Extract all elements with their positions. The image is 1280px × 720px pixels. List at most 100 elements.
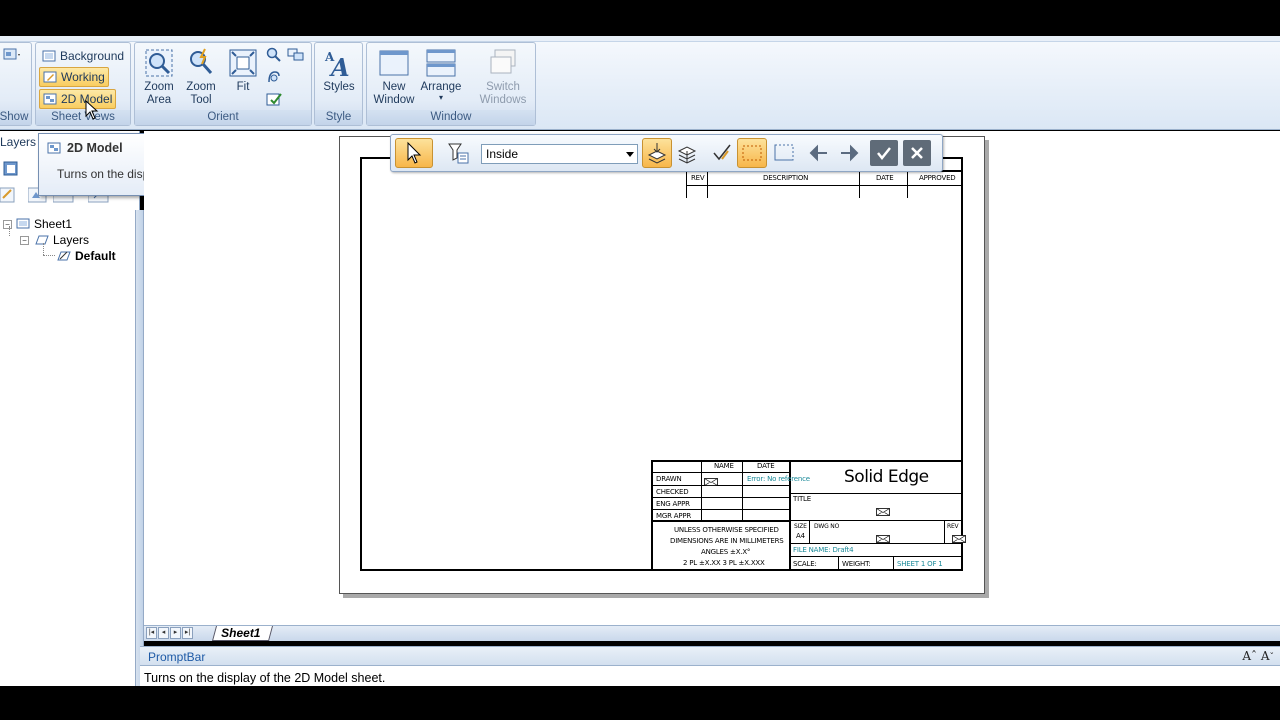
- rev-header: REV: [691, 174, 705, 182]
- collapse-icon[interactable]: −: [20, 235, 29, 245]
- layers-icon: [35, 235, 49, 245]
- close-icon: [911, 147, 923, 159]
- tb-error-text: Error: No reference: [747, 475, 810, 483]
- tb-mgr-appr-label: MGR APPR: [656, 512, 692, 520]
- background-label: Background: [60, 49, 125, 63]
- chevron-down-icon: [626, 152, 634, 157]
- svg-text:A: A: [329, 53, 350, 79]
- tb-title-label: TITLE: [793, 495, 811, 503]
- select-down-button[interactable]: [642, 138, 672, 168]
- tb-sheet-label: SHEET 1 OF 1: [897, 560, 943, 568]
- previous-view-icon[interactable]: [287, 47, 305, 66]
- layer-down-icon: [647, 143, 667, 164]
- checkmark-icon: [877, 147, 891, 161]
- select-pen-button[interactable]: [707, 138, 737, 168]
- tb-file-name: FILE NAME: Draft4: [793, 546, 854, 554]
- selection-mode-value: Inside: [486, 147, 519, 161]
- select-inside-button[interactable]: [737, 138, 767, 168]
- tree-connector: [9, 226, 10, 236]
- tb-drawn-label: DRAWN: [656, 475, 682, 483]
- filter-icon: [448, 143, 469, 164]
- ribbon-group-sheet-views: Background Working 2D Model Sheet Views: [35, 42, 131, 126]
- show-icon[interactable]: [3, 47, 21, 63]
- cancel-button[interactable]: [903, 140, 931, 166]
- fence-inside-icon: [742, 145, 762, 161]
- new-window-icon: [378, 47, 410, 79]
- zoom-tool-label-1: Zoom: [186, 81, 216, 93]
- tb-rev-label: REV: [947, 523, 959, 530]
- collapse-icon[interactable]: −: [3, 219, 12, 229]
- layer-up-icon: [677, 146, 697, 164]
- tb-eng-appr-label: ENG APPR: [656, 500, 690, 508]
- layers-panel-title: Layers: [0, 135, 37, 149]
- select-filter-button[interactable]: [443, 138, 473, 168]
- promptbar-title: PromptBar: [148, 650, 206, 664]
- promptbar-message: Turns on the display of the 2D Model she…: [144, 671, 386, 685]
- fit-label: Fit: [236, 81, 250, 93]
- tb-checked-label: CHECKED: [656, 488, 689, 496]
- styles-button[interactable]: AA Styles: [317, 47, 361, 94]
- group-label-style: Style: [315, 110, 362, 125]
- ribbon-group-window: New Window Arrange ▾ Switch Windows ▾ Wi…: [366, 42, 536, 126]
- layer-tool-icon[interactable]: [2, 159, 20, 180]
- 2d-model-sheet-button[interactable]: 2D Model: [39, 89, 117, 109]
- zoom-tool-label-2: Tool: [190, 94, 212, 106]
- new-window-label-1: New: [382, 81, 406, 93]
- arrange-icon: [425, 47, 457, 79]
- envelope-icon: [876, 505, 890, 519]
- working-label: Working: [61, 70, 105, 84]
- tree-item-sheet1[interactable]: − Sheet1: [3, 217, 72, 231]
- prev-sheet-icon[interactable]: ◂: [158, 627, 169, 639]
- font-size-icon[interactable]: Aˆ Aˇ: [1242, 649, 1274, 663]
- group-label-window: Window: [367, 110, 535, 125]
- switch-windows-icon: [487, 47, 519, 79]
- next-sheet-icon[interactable]: ▸: [170, 627, 181, 639]
- fence-overlap-icon: [774, 144, 794, 161]
- tab-sheet1[interactable]: Sheet1: [211, 626, 274, 641]
- tb-notes-line-2: DIMENSIONS ARE IN MILLIMETERS: [670, 537, 784, 545]
- 2d-model-sheet-icon: [43, 92, 57, 106]
- previous-button[interactable]: [804, 138, 834, 168]
- pan-icon[interactable]: [266, 69, 282, 88]
- new-window-label-2: Window: [373, 94, 415, 106]
- first-sheet-icon[interactable]: |◂: [146, 627, 157, 639]
- arrange-button[interactable]: Arrange ▾: [419, 47, 463, 102]
- tb-notes-line-4: 2 PL ±X.XX 3 PL ±X.XXX: [683, 559, 765, 567]
- tree-label-sheet1: Sheet1: [34, 217, 73, 231]
- tree-item-layers[interactable]: − Layers: [20, 233, 89, 247]
- select-overlap-button[interactable]: [769, 138, 799, 168]
- tree-connector: [43, 243, 44, 255]
- select-tool-button[interactable]: [395, 138, 433, 168]
- tree-item-default-layer[interactable]: Default: [55, 249, 116, 263]
- 2d-model-sheet-icon: [47, 142, 61, 154]
- tb-notes-line-3: ANGLES ±X.X°: [701, 548, 751, 556]
- next-button[interactable]: [834, 138, 864, 168]
- tree-label-default: Default: [75, 249, 116, 263]
- last-sheet-icon[interactable]: ▸|: [182, 627, 193, 639]
- fit-button[interactable]: Fit: [221, 47, 265, 94]
- new-layer-icon[interactable]: [0, 186, 16, 207]
- zoom-area-icon: [143, 47, 175, 79]
- selection-mode-select[interactable]: Inside: [481, 144, 638, 164]
- sheet-setup-icon[interactable]: [266, 91, 282, 110]
- ribbon-group-style: AA Styles Style: [314, 42, 363, 126]
- working-sheet-button[interactable]: Working: [39, 67, 109, 87]
- tb-name-header: NAME: [714, 462, 734, 470]
- layers-panel: Layers − Sheet1 − Layers Default: [0, 131, 140, 686]
- envelope-icon: [952, 532, 966, 546]
- tree-connector: [43, 255, 55, 256]
- tb-size-label: SIZE: [794, 523, 807, 530]
- working-sheet-icon: [43, 70, 57, 84]
- screen-bottom-black-bar: [0, 686, 1280, 720]
- panel-splitter[interactable]: [135, 210, 144, 686]
- accept-button[interactable]: [870, 140, 898, 166]
- arrange-dropdown-icon: ▾: [438, 93, 443, 102]
- zoom-area-label-1: Zoom: [144, 81, 174, 93]
- zoom-tool-button[interactable]: Zoom Tool: [179, 47, 223, 107]
- new-window-button[interactable]: New Window: [372, 47, 416, 107]
- zoom-area-button[interactable]: Zoom Area: [137, 47, 181, 107]
- background-sheet-button[interactable]: Background: [39, 46, 127, 66]
- promptbar-header: PromptBar Aˆ Aˇ: [140, 646, 1280, 666]
- select-up-button[interactable]: [672, 138, 702, 168]
- zoom-in-icon[interactable]: [266, 47, 282, 66]
